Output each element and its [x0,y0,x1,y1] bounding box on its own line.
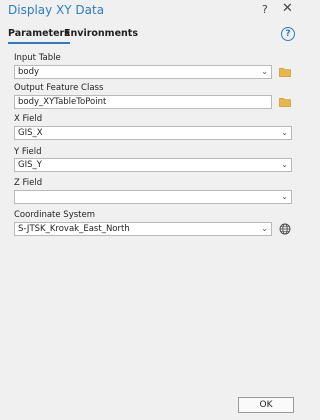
ok-button[interactable]: OK [238,397,294,413]
coordinate-system-value: S-JTSK_Krovak_East_North [18,224,130,234]
chevron-down-icon: ⌄ [261,67,268,76]
title-bar: Display XY Data ? ✕ [0,0,300,22]
chevron-down-icon: ⌄ [281,160,288,169]
globe-icon[interactable] [279,223,291,235]
y-field-value: GIS_Y [18,160,42,170]
y-field-label: Y Field [14,147,42,157]
x-field-label: X Field [14,114,43,124]
tab-environments[interactable]: Environments [64,28,138,39]
chevron-down-icon: ⌄ [261,224,268,233]
output-feature-class-input[interactable]: body_XYTableToPoint [14,95,272,109]
coordinate-system-label: Coordinate System [14,210,95,220]
help-circle-icon[interactable]: ? [281,27,295,41]
coordinate-system-dropdown[interactable]: S-JTSK_Krovak_East_North ⌄ [14,222,272,236]
window-title: Display XY Data [8,3,105,17]
chevron-down-icon: ⌄ [281,128,288,137]
tab-bar: Parameters Environments [8,28,292,44]
output-feature-class-label: Output Feature Class [14,83,104,93]
folder-icon[interactable] [279,97,291,107]
input-table-label: Input Table [14,53,61,63]
input-table-dropdown[interactable]: body ⌄ [14,65,272,79]
x-field-value: GIS_X [18,128,43,138]
x-field-dropdown[interactable]: GIS_X ⌄ [14,126,292,140]
folder-icon[interactable] [279,67,291,77]
z-field-dropdown[interactable]: ⌄ [14,190,292,204]
input-table-value: body [18,67,40,77]
close-button[interactable]: ✕ [282,1,293,16]
y-field-dropdown[interactable]: GIS_Y ⌄ [14,158,292,172]
chevron-down-icon: ⌄ [281,192,288,201]
tab-parameters[interactable]: Parameters [8,28,70,44]
help-title-button[interactable]: ? [262,3,268,16]
z-field-label: Z Field [14,178,43,188]
output-feature-class-value: body_XYTableToPoint [18,97,107,107]
